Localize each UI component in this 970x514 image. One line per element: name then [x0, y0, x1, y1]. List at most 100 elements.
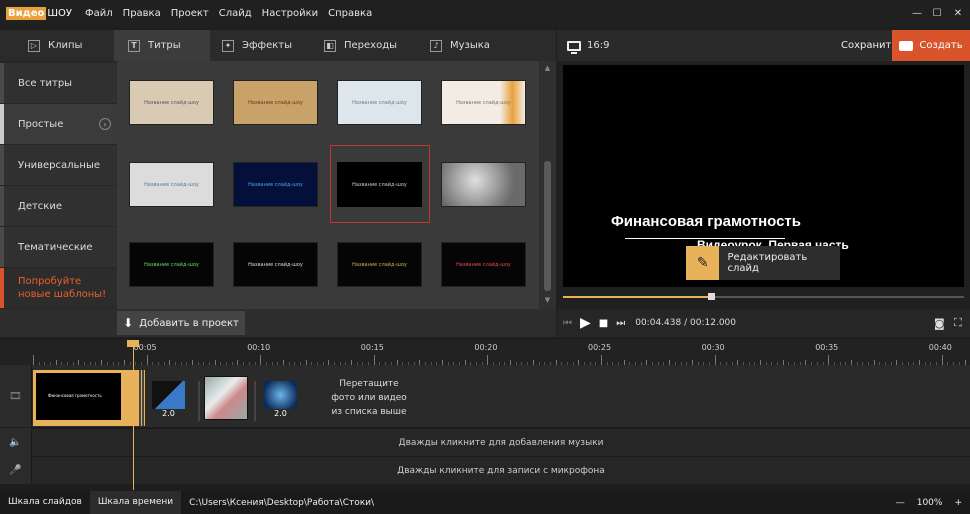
zoom-out-button[interactable]: —	[896, 498, 905, 508]
tab-effects[interactable]: ✦ Эффекты	[222, 30, 314, 61]
clip-trim-handle[interactable]	[142, 370, 144, 426]
title-thumbnail[interactable]: Название слайд-шоу	[129, 242, 214, 287]
preview-title: Финансовая грамотность	[611, 213, 801, 230]
ruler-tick	[601, 355, 602, 365]
menu-slide[interactable]: Слайд	[214, 0, 257, 27]
zoom-level: 100%	[916, 497, 943, 508]
film-icon: ▷	[28, 39, 40, 52]
scrollbar-thumb[interactable]	[544, 161, 551, 291]
minimize-button[interactable]: —	[908, 0, 926, 27]
microphone-icon: 🎤	[0, 456, 32, 484]
clip-trim-handle[interactable]	[254, 381, 256, 421]
title-thumbnail[interactable]: Название слайд-шоу	[441, 80, 526, 125]
scroll-down-icon[interactable]: ▼	[543, 296, 552, 304]
category-thematic-label: Тематические	[18, 241, 93, 253]
ruler-label: 00:25	[588, 343, 612, 352]
maximize-button[interactable]: ☐	[928, 0, 946, 27]
ruler-tick	[146, 355, 148, 365]
tab-titles-label: Титры	[148, 40, 181, 51]
tab-clips[interactable]: ▷ Клипы	[0, 30, 114, 61]
category-all[interactable]: Все титры	[0, 63, 117, 103]
menu-edit[interactable]: Правка	[118, 0, 166, 27]
category-thematic[interactable]: Тематические	[0, 227, 117, 267]
close-button[interactable]: ✕	[949, 0, 967, 27]
title-thumbnail[interactable]: Название слайд-шоу	[337, 80, 422, 125]
timeline-clip-title[interactable]: Финансовая грамотность	[33, 370, 145, 426]
preview-panel: Финансовая грамотность Видеоурок. Первая…	[557, 61, 970, 309]
grid-scrollbar[interactable]: ▲ ▼	[539, 61, 556, 309]
timeline-ruler[interactable]: 00:05 00:10 00:15 00:20 00:25 00:30 00:35 00:40	[0, 340, 970, 365]
preview-screen[interactable]: Финансовая грамотность Видеоурок. Первая…	[563, 65, 964, 287]
ruler-label: 00:40	[928, 343, 952, 352]
drop-hint: Перетащите фото или видео из списка выше	[317, 377, 421, 419]
menu-file[interactable]: Файл	[80, 0, 118, 27]
transition-duration: 2.0	[274, 409, 287, 418]
title-category-list: Все титры Простые › Универсальные Детские…	[0, 61, 117, 309]
music-icon: ♪	[430, 39, 442, 52]
title-thumbnail[interactable]: Название слайд-шоу	[233, 80, 318, 125]
tab-timeline-view[interactable]: Шкала времени	[89, 491, 182, 514]
category-simple[interactable]: Простые ›	[0, 104, 117, 144]
aspect-ratio-selector[interactable]: 16:9	[567, 30, 609, 61]
menu-project[interactable]: Проект	[166, 0, 214, 27]
ruler-label: 00:20	[474, 343, 498, 352]
ruler-label: 00:15	[360, 343, 384, 352]
progress-fill	[563, 296, 712, 298]
music-track[interactable]: Дважды кликните для добавления музыки	[32, 428, 970, 456]
edit-slide-label: Редактировать слайд	[727, 252, 808, 274]
title-thumbnail[interactable]: Название слайд-шоу	[337, 242, 422, 287]
tab-music[interactable]: ♪ Музыка	[430, 30, 530, 61]
drop-hint-line1: Перетащите	[339, 379, 399, 389]
tab-clips-label: Клипы	[48, 40, 83, 51]
tab-slide-view[interactable]: Шкала слайдов	[0, 491, 90, 514]
transition-duration: 2.0	[162, 409, 175, 418]
menu-settings[interactable]: Настройки	[257, 0, 323, 27]
clip-trim-handle[interactable]	[198, 381, 200, 421]
ruler-tick	[260, 355, 262, 365]
progress-knob[interactable]	[708, 293, 716, 300]
speaker-icon: 🔈	[0, 428, 32, 456]
edit-slide-button[interactable]: ✎ Редактировать слайд	[686, 246, 840, 280]
create-button[interactable]: Создать	[892, 30, 970, 61]
title-thumbnail-selected[interactable]: Название слайд-шоу	[337, 162, 422, 207]
category-universal[interactable]: Универсальные	[0, 145, 117, 185]
category-kids[interactable]: Детские	[0, 186, 117, 226]
title-thumbnail[interactable]: Название слайд-шоу	[129, 162, 214, 207]
zoom-in-button[interactable]: +	[954, 498, 962, 508]
scroll-up-icon[interactable]: ▲	[543, 64, 552, 72]
app-logo: Видео ШОУ	[0, 0, 80, 27]
tab-transitions[interactable]: ◧ Переходы	[324, 30, 424, 61]
snapshot-icon[interactable]: ◙	[934, 317, 945, 330]
next-icon[interactable]: ⏭	[616, 318, 625, 329]
playback-progress[interactable]	[563, 293, 964, 300]
title-thumbnail[interactable]: Название слайд-шоу	[129, 80, 214, 125]
category-all-label: Все титры	[18, 77, 73, 89]
play-icon[interactable]: ▶	[580, 315, 591, 331]
title-thumbnail[interactable]	[441, 162, 526, 207]
transition-block[interactable]	[152, 381, 185, 409]
clip-trim-handle[interactable]	[139, 370, 141, 426]
previous-icon[interactable]: ⏮	[563, 318, 572, 329]
pencil-icon: ✎	[686, 246, 720, 280]
ruler-label: 00:35	[815, 343, 839, 352]
tab-titles[interactable]: T Титры	[114, 30, 210, 61]
menu-help[interactable]: Справка	[323, 0, 377, 27]
playback-controls: ⏮ ▶ ■ ⏭ 00:04.438 / 00:12.000 ◙ ⛶	[557, 309, 970, 337]
title-templates-grid: Название слайд-шоу Название слайд-шоу На…	[117, 61, 539, 309]
zoom-control: — 100% +	[896, 491, 962, 514]
tab-effects-label: Эффекты	[242, 40, 292, 51]
transition-block[interactable]	[264, 381, 297, 409]
create-button-label: Создать	[919, 40, 963, 51]
title-thumbnail[interactable]: Название слайд-шоу	[441, 242, 526, 287]
title-thumbnail[interactable]: Название слайд-шоу	[233, 162, 318, 207]
stop-icon[interactable]: ■	[599, 318, 608, 329]
magic-wand-icon: ✦	[222, 39, 234, 52]
new-templates-link[interactable]: Попробуйте новые шаблоны!	[0, 268, 117, 308]
title-thumbnail[interactable]: Название слайд-шоу	[233, 242, 318, 287]
fullscreen-icon[interactable]: ⛶	[954, 316, 962, 330]
aspect-ratio-label: 16:9	[587, 40, 610, 51]
voice-track[interactable]: Дважды кликните для записи с микрофона	[32, 456, 970, 484]
add-to-project-button[interactable]: ⬇ Добавить в проект	[117, 311, 245, 335]
chevron-right-icon: ›	[99, 118, 111, 130]
timeline-clip-photo[interactable]	[204, 376, 248, 420]
